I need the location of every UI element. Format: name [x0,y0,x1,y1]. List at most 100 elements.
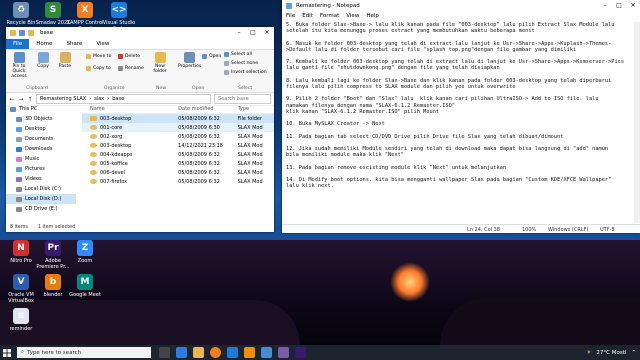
taskbar-search-box[interactable]: ⌕ Type here to search [17,347,151,358]
vscode-icon[interactable] [227,347,238,358]
menu-item[interactable]: Help [366,13,379,19]
breadcrumb-remastering[interactable]: Remastering SLAX [40,96,86,102]
file-explorer-icon[interactable] [193,347,204,358]
weather-text[interactable]: 27°C Mostl [596,350,626,356]
start-button[interactable] [0,345,14,360]
select-all-button[interactable]: Select all [224,52,252,57]
nav-item[interactable]: Documents [6,134,76,144]
menu-item[interactable]: Format [320,13,339,19]
menu-item[interactable]: View [346,13,359,19]
delete-button[interactable]: Delete [118,54,140,59]
file-row[interactable]: 006-devel 05/08/2009 6:32 SLAX Mod [82,168,274,177]
notepad-text-area[interactable]: 5. Buka folder Slax->Base-> lalu klik ka… [286,22,630,222]
nav-item[interactable]: This PC [6,104,76,114]
file-name: 006-devel [100,169,126,176]
nav-item[interactable]: Local Disk (C:) [6,184,76,194]
status-zoom: 100% [522,227,537,233]
task-view-icon[interactable] [159,347,170,358]
invert-selection-button[interactable]: Invert selection [224,70,267,75]
file-row[interactable]: 007-firefox 05/08/2009 6:32 SLAX Mod [82,177,274,186]
properties-icon[interactable] [19,30,25,36]
nav-item[interactable]: Downloads [6,144,76,154]
move-to-button[interactable]: Move to [86,54,111,59]
open-icon [202,54,207,59]
desktop-icon[interactable]: Z Zoom [66,240,104,264]
file-date: 14/12/2021 23:18 [178,142,223,149]
notepad-taskbar-icon[interactable] [261,347,272,358]
app-icon[interactable] [278,347,289,358]
minimize-button[interactable]: – [232,27,246,38]
premiere-icon[interactable] [295,347,306,358]
file-name-cell: 004-kdeapps [82,152,178,158]
open-button[interactable]: Open [202,54,221,59]
tab-home[interactable]: Home [29,39,59,49]
select-all-label: Select all [231,52,252,57]
nav-item-label: CD Drive (E:) [25,206,58,212]
search-input[interactable]: Search base [214,94,271,104]
desktop-icon[interactable]: M Google Meet [66,274,104,298]
file-row[interactable]: 003-desktop 05/08/2009 6:32 File folder [82,114,274,123]
file-date: 05/08/2009 6:32 [178,178,220,185]
desktop-icon[interactable]: ≡ reminder [2,308,40,332]
nav-item-label: Downloads [25,146,53,152]
file-row[interactable]: 004-kdeapps 05/08/2009 6:32 SLAX Mod [82,150,274,159]
forward-arrow-icon[interactable]: → [18,96,24,103]
menu-item[interactable]: Edit [302,13,313,19]
close-button[interactable]: ✕ [626,0,640,11]
column-type[interactable]: Type [238,106,274,112]
nav-item[interactable]: Local Disk (D:) [6,194,76,204]
nav-item[interactable]: 3D Objects [6,114,76,124]
file-row[interactable]: 003-desktop 14/12/2021 23:18 SLAX Mod [82,141,274,150]
tab-view[interactable]: View [89,39,116,49]
select-none-button[interactable]: Select none [224,61,258,66]
ribbon-group-open: Open [192,86,205,91]
tab-share[interactable]: Share [59,39,89,49]
xampp-icon[interactable] [244,347,255,358]
edge-icon[interactable] [176,347,187,358]
desktop-icon-label: reminder [9,326,33,332]
notepad-menu-bar: File Edit Format View Help [282,11,640,21]
back-arrow-icon[interactable]: ← [9,96,15,103]
address-bar[interactable]: Remastering SLAX › slax › base [36,94,211,104]
new-folder-label: New folder [153,64,167,74]
nav-item[interactable]: Videos [6,174,76,184]
file-row[interactable]: 002-xorg 05/08/2009 6:32 SLAX Mod [82,132,274,141]
select-none-label: Select none [231,61,259,66]
nav-item[interactable]: CD Drive (E:) [6,204,76,214]
minimize-button[interactable]: – [598,0,612,11]
menu-item[interactable]: File [286,13,295,19]
up-arrow-icon[interactable]: ↑ [27,96,33,103]
nav-item[interactable]: Pictures [6,164,76,174]
rename-button[interactable]: Rename [118,66,144,71]
copy-to-button[interactable]: Copy to [86,66,111,71]
tray-overflow-icon[interactable]: ⌃ [631,350,636,356]
select-none-icon [224,61,229,66]
file-row[interactable]: 001-core 05/08/2009 6:30 SLAX Mod [82,123,274,132]
nav-item-label: Documents [25,136,54,142]
column-date[interactable]: Date modified [178,106,237,112]
firefox-icon[interactable] [210,347,221,358]
file-row[interactable]: 005-koffice 05/08/2009 6:32 SLAX Mod [82,159,274,168]
close-button[interactable]: ✕ [260,27,274,38]
copy-button[interactable]: Copy [32,50,54,69]
column-name[interactable]: Name [82,106,178,112]
tab-file[interactable]: File [6,39,30,49]
breadcrumb-base[interactable]: base [112,96,124,102]
nav-item-label: 3D Objects [25,116,53,122]
maximize-button[interactable]: □ [612,0,626,11]
wallpaper-campfire [390,262,430,302]
new-folder-button[interactable]: New folder [149,50,171,74]
new-folder-icon[interactable] [28,30,34,36]
app-icon: Pr [45,240,61,256]
properties-button[interactable]: Properties [178,50,201,69]
delete-icon [118,54,123,59]
nav-item[interactable]: Desktop [6,124,76,134]
paste-button[interactable]: Paste [54,50,76,69]
pin-quick-access-button[interactable]: Pin to Quick access [8,50,30,79]
vertical-scrollbar[interactable] [634,22,640,223]
navigation-pane: This PC 3D Objects Desktop Documents Downloa… [6,104,76,222]
breadcrumb-slax[interactable]: slax [94,96,104,102]
notepad-window-controls: – □ ✕ [598,0,640,11]
nav-item[interactable]: Music [6,154,76,164]
maximize-button[interactable]: □ [246,27,260,38]
